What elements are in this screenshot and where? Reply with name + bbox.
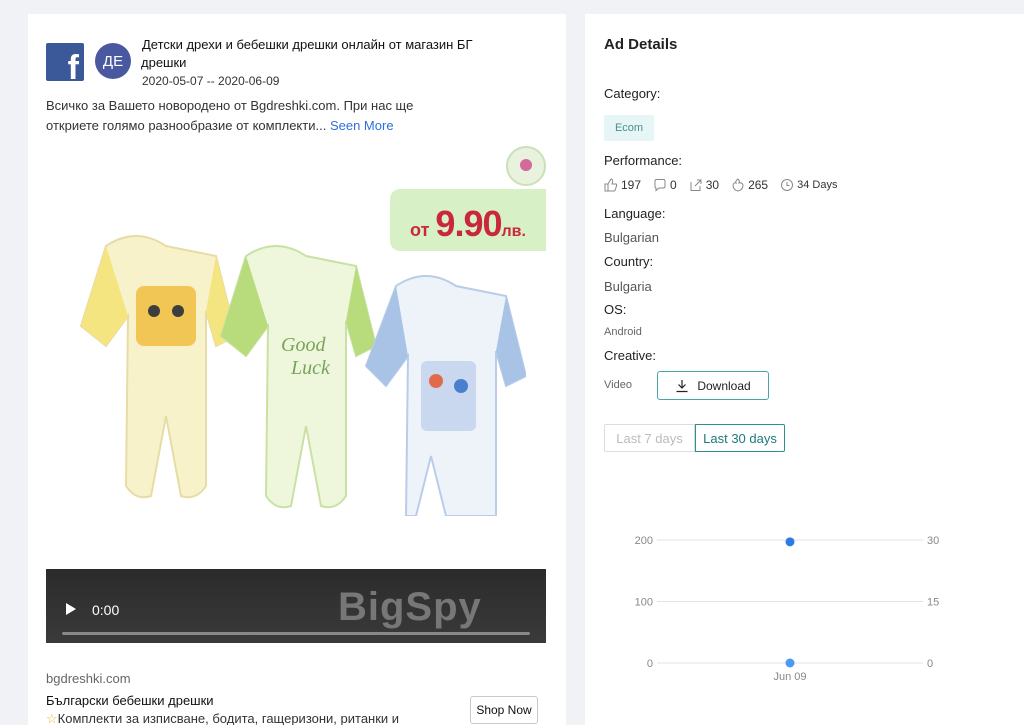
ad-description: ☆Комплекти за изписване, бодита, гащериз… <box>46 711 466 725</box>
ad-text-line2: откриете голямо разнообразие от комплект… <box>46 118 327 133</box>
shares-stat: 30 <box>689 178 719 192</box>
ad-description-text: Комплекти за изписване, бодита, гащеризо… <box>57 711 400 725</box>
star-icon: ☆ <box>46 711 58 725</box>
country-value: Bulgaria <box>604 279 652 294</box>
ad-details-title: Ad Details <box>604 36 678 53</box>
advertiser-title-line1: Детски дрехи и бебешки дрешки онлайн от … <box>142 37 473 52</box>
comments-stat: 0 <box>653 178 677 192</box>
category-label: Category: <box>604 86 661 101</box>
range-last-30-days[interactable]: Last 30 days <box>695 424 785 452</box>
chart-data-point[interactable] <box>785 537 795 547</box>
bigspy-watermark: BigSpy <box>338 585 482 629</box>
download-button[interactable]: Download <box>657 371 769 400</box>
duration-stat: 34 Days <box>780 178 837 192</box>
performance-label: Performance: <box>604 153 683 168</box>
baby-clothes-image: Good Luck <box>79 235 526 516</box>
duration-value: 34 Days <box>797 179 838 191</box>
advertiser-avatar[interactable]: ДЕ <box>95 43 131 79</box>
performance-stats: 197 0 30 265 34 Days <box>604 178 849 192</box>
ad-text: Всичко за Вашето новородено от Bgdreshki… <box>46 96 466 136</box>
video-progress-bar[interactable] <box>62 632 530 635</box>
blue-onesie <box>364 275 526 516</box>
video-time: 0:00 <box>92 602 120 618</box>
ad-text-line1: Всичко за Вашето новородено от Bgdreshki… <box>46 98 414 113</box>
performance-chart: 200 30 100 15 0 0 Jun 09 <box>635 535 940 683</box>
likes-count: 197 <box>621 178 642 192</box>
clock-icon <box>781 179 794 191</box>
reactions-count: 265 <box>748 178 769 192</box>
os-value: Android <box>604 326 642 338</box>
category-tag[interactable]: Ecom <box>604 115 654 141</box>
play-icon[interactable] <box>66 603 76 615</box>
range-last-7-days[interactable]: Last 7 days <box>604 424 695 452</box>
chart-left-tick-label: 100 <box>635 597 653 609</box>
likes-stat: 197 <box>604 178 641 192</box>
svg-text:Good: Good <box>281 334 326 356</box>
language-label: Language: <box>604 206 666 221</box>
chart-left-tick-label: 0 <box>647 658 653 670</box>
chart-right-tick-label: 15 <box>927 597 939 609</box>
ad-card: f ДЕ Детски дрехи и бебешки дрешки онлай… <box>28 14 566 725</box>
shop-now-button[interactable]: Shop Now <box>470 696 538 724</box>
ad-creative-video[interactable]: от 9.90 лв. Good Luck BigSpy 0:00 <box>46 146 546 643</box>
green-onesie: Good Luck <box>219 245 378 509</box>
comments-count: 0 <box>670 178 677 192</box>
chart-right-tick-label: 0 <box>927 658 933 670</box>
thumb-icon <box>732 178 744 192</box>
creative-label: Creative: <box>604 348 657 363</box>
like-icon <box>604 178 618 192</box>
ad-domain[interactable]: bgdreshki.com <box>46 671 131 686</box>
chart-right-tick-label: 30 <box>927 535 939 547</box>
download-icon <box>676 379 688 392</box>
comment-icon <box>654 179 666 192</box>
yellow-onesie <box>79 235 238 499</box>
svg-text:Luck: Luck <box>290 357 331 379</box>
download-label: Download <box>697 378 751 393</box>
advertiser-title[interactable]: Детски дрехи и бебешки дрешки онлайн от … <box>141 36 541 72</box>
shares-count: 30 <box>705 178 720 192</box>
ad-details-panel: Ad Details Category: Ecom Performance: 1… <box>585 14 1024 725</box>
creative-type: Video <box>604 379 632 391</box>
ad-date-range: 2020-05-07 -- 2020-06-09 <box>142 74 280 88</box>
product-name: Български бебешки дрешки <box>46 693 214 708</box>
os-label: OS: <box>604 302 627 317</box>
language-value: Bulgarian <box>604 230 659 245</box>
facebook-icon: f <box>46 43 84 81</box>
chart-x-tick-label: Jun 09 <box>773 671 806 683</box>
advertiser-title-line2: дрешки <box>141 55 187 70</box>
reactions-stat: 265 <box>731 178 768 192</box>
country-label: Country: <box>604 254 654 269</box>
chart-left-tick-label: 200 <box>635 535 653 547</box>
share-icon <box>690 179 702 191</box>
video-controls[interactable]: BigSpy 0:00 <box>46 569 546 643</box>
chart-data-point[interactable] <box>785 658 795 668</box>
see-more-link[interactable]: Seen More <box>330 118 394 133</box>
brand-logo-badge <box>506 146 546 186</box>
